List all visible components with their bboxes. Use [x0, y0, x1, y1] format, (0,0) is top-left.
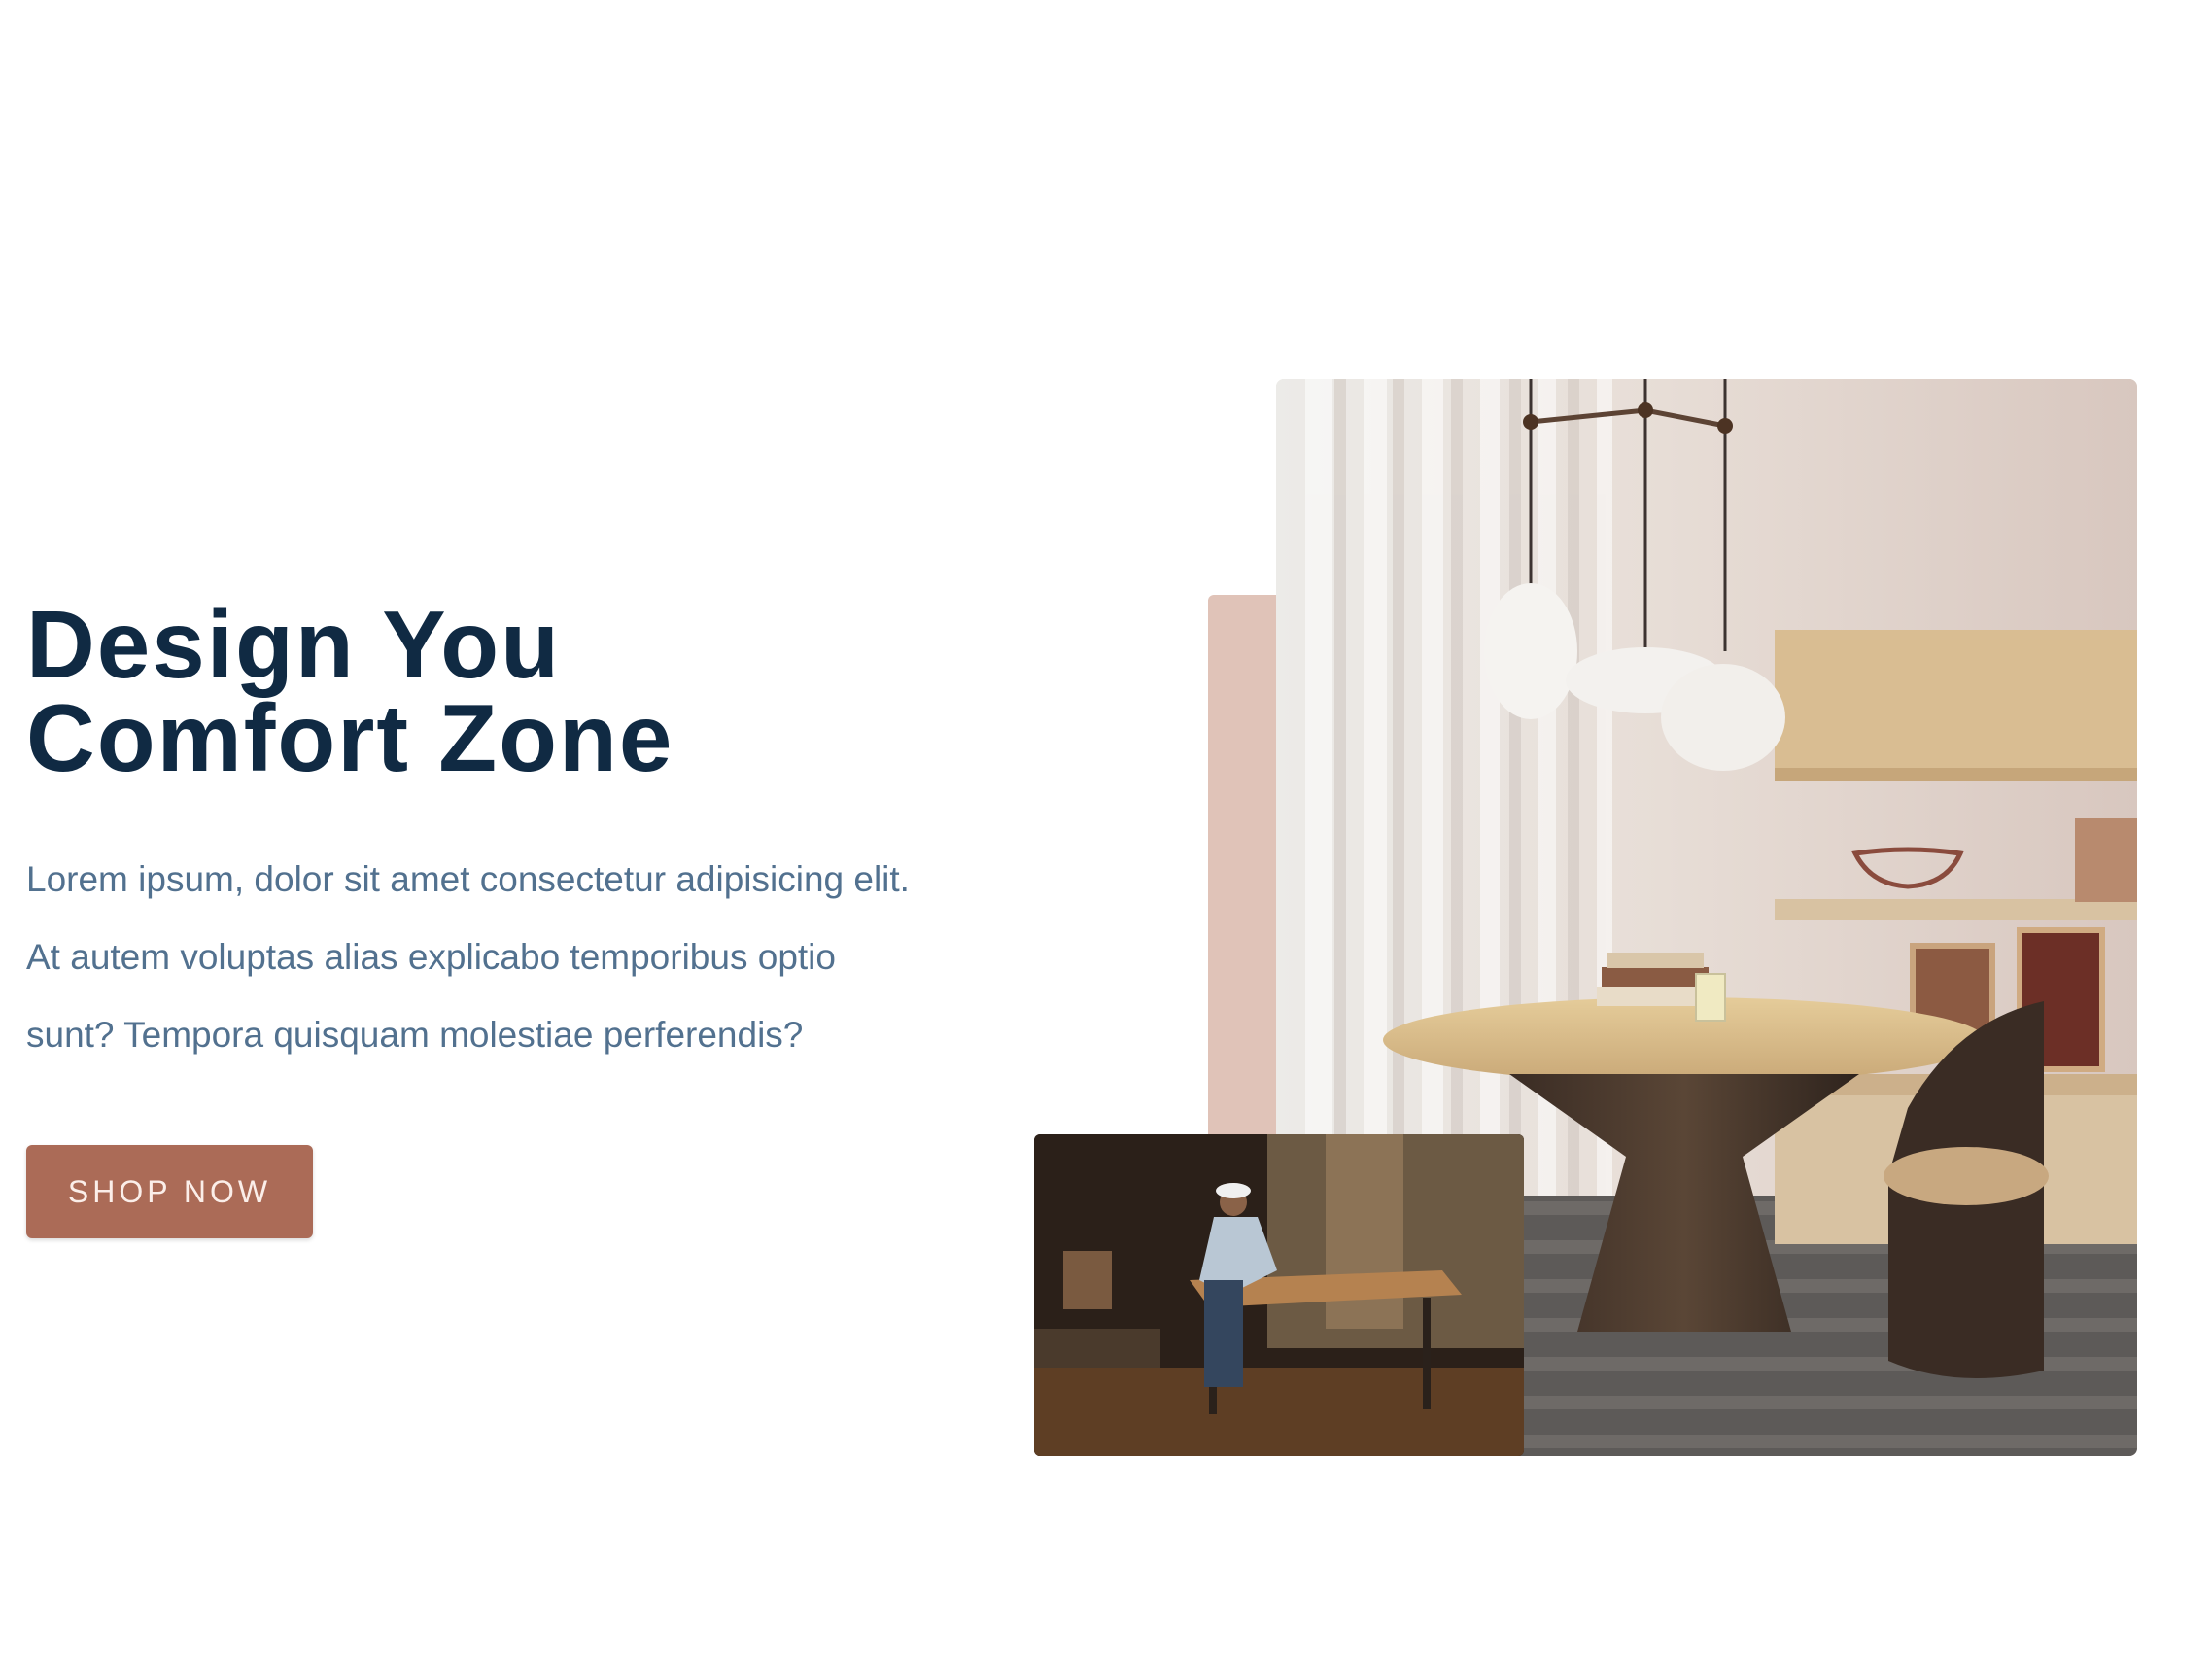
workshop-illustration [1034, 1134, 1524, 1456]
hero-title-line-1: Design You [26, 591, 562, 698]
carpenter-workshop-image [1034, 1134, 1524, 1456]
hero-description: Lorem ipsum, dolor sit amet consectetur … [26, 841, 988, 1074]
hero-description-line: At autem voluptas alias explicabo tempor… [26, 937, 836, 977]
hero-section: Design You Comfort Zone Lorem ipsum, dol… [0, 0, 2212, 1666]
hero-image-group [1030, 379, 2138, 1458]
hero-text-block: Design You Comfort Zone Lorem ipsum, dol… [26, 591, 998, 1238]
hero-title: Design You Comfort Zone [26, 591, 998, 791]
hero-description-line: Lorem ipsum, dolor sit amet consectetur … [26, 859, 910, 899]
hero-description-line: sunt? Tempora quisquam molestiae perfere… [26, 1015, 804, 1055]
shop-now-button[interactable]: Shop Now [26, 1145, 313, 1238]
hero-title-line-2: Comfort Zone [26, 684, 674, 791]
